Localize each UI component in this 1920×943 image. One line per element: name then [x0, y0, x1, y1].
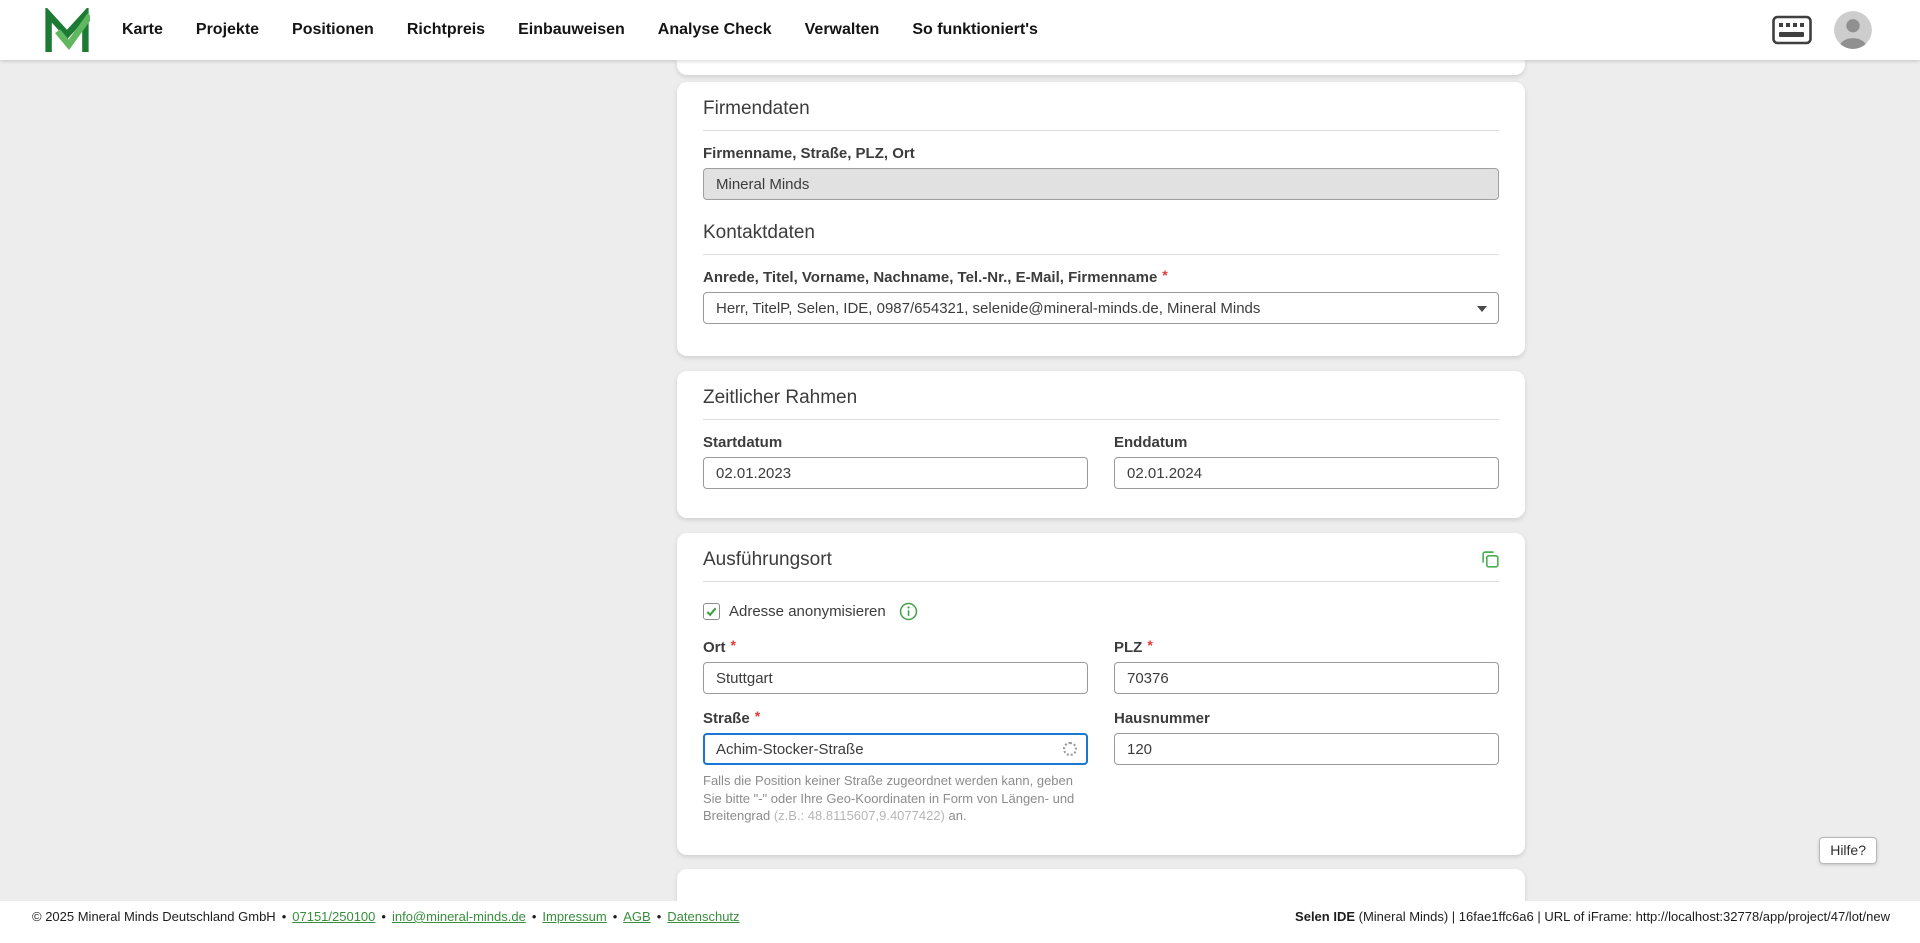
check-icon: [706, 607, 717, 617]
section-title-firmendaten: Firmendaten: [703, 98, 1499, 131]
footer-debug-info: Selen IDE (Mineral Minds) | 16fae1ffc6a6…: [1295, 909, 1890, 924]
strasse-label: Straße: [703, 710, 750, 727]
nav-item-analyse-check[interactable]: Analyse Check: [658, 21, 772, 39]
nav-item-verwalten[interactable]: Verwalten: [805, 21, 880, 39]
ort-label: Ort: [703, 639, 726, 656]
footer-phone-link[interactable]: 07151/250100: [292, 909, 375, 924]
enddatum-input[interactable]: [1114, 457, 1499, 489]
plz-input[interactable]: [1114, 662, 1499, 694]
nav-item-positionen[interactable]: Positionen: [292, 21, 374, 39]
nav-item-karte[interactable]: Karte: [122, 21, 163, 39]
caret-down-icon: [1477, 306, 1487, 312]
required-asterisk: *: [754, 708, 761, 724]
footer-agb-link[interactable]: AGB: [623, 909, 650, 924]
strasse-input[interactable]: [703, 733, 1088, 765]
copy-icon[interactable]: [1479, 548, 1501, 570]
section-title-zeitlicher-rahmen: Zeitlicher Rahmen: [703, 387, 1499, 420]
card-partial-top: [677, 60, 1525, 75]
enddatum-label: Enddatum: [1114, 434, 1188, 451]
mineral-minds-logo[interactable]: [44, 8, 90, 52]
nav-item-projekte[interactable]: Projekte: [196, 21, 259, 39]
hausnummer-input[interactable]: [1114, 733, 1499, 765]
footer-email-link[interactable]: info@mineral-minds.de: [392, 909, 526, 924]
terminal-icon[interactable]: [1772, 15, 1812, 45]
required-asterisk: *: [730, 637, 736, 653]
company-field: [703, 168, 1499, 200]
footer-session-info: (Mineral Minds) | 16fae1ffc6a6 | URL of …: [1355, 909, 1890, 924]
footer-left: © 2025 Mineral Minds Deutschland GmbH • …: [32, 909, 740, 924]
nav-item-richtpreis[interactable]: Richtpreis: [407, 21, 485, 39]
required-asterisk: *: [1147, 637, 1153, 653]
startdatum-input[interactable]: [703, 457, 1088, 489]
hausnummer-label: Hausnummer: [1114, 710, 1210, 727]
anonymize-label: Adresse anonymisieren: [729, 603, 886, 620]
section-title-kontaktdaten: Kontaktdaten: [703, 222, 1499, 255]
footer-datenschutz-link[interactable]: Datenschutz: [667, 909, 739, 924]
footer: © 2025 Mineral Minds Deutschland GmbH • …: [0, 901, 1920, 943]
footer-app-name: Selen IDE: [1295, 909, 1356, 924]
footer-impressum-link[interactable]: Impressum: [542, 909, 606, 924]
contact-select[interactable]: Herr, TitelP, Selen, IDE, 0987/654321, s…: [703, 292, 1499, 324]
loading-spinner-icon: [1063, 742, 1077, 756]
nav-item-so-funktionierts[interactable]: So funktioniert's: [912, 21, 1038, 39]
section-title-ausfuehrungsort: Ausführungsort: [703, 549, 1499, 582]
contact-field-label: Anrede, Titel, Vorname, Nachname, Tel.-N…: [703, 269, 1158, 286]
footer-separator: •: [281, 909, 287, 924]
footer-separator: •: [531, 909, 537, 924]
footer-separator: •: [656, 909, 662, 924]
company-field-label: Firmenname, Straße, PLZ, Ort: [703, 145, 915, 162]
footer-separator: •: [381, 909, 386, 924]
top-navbar: Karte Projekte Positionen Richtpreis Ein…: [0, 0, 1920, 60]
anonymize-checkbox[interactable]: [703, 603, 720, 620]
user-avatar-icon[interactable]: [1834, 11, 1872, 49]
ort-input[interactable]: [703, 662, 1088, 694]
card-zeitlicher-rahmen: Zeitlicher Rahmen Startdatum Enddatum: [677, 371, 1525, 518]
required-asterisk: *: [1162, 267, 1168, 283]
footer-copyright: © 2025 Mineral Minds Deutschland GmbH: [32, 909, 276, 924]
startdatum-label: Startdatum: [703, 434, 783, 451]
card-firmendaten: Firmendaten Firmenname, Straße, PLZ, Ort…: [677, 82, 1525, 356]
help-button[interactable]: Hilfe?: [1819, 837, 1877, 864]
footer-separator: •: [612, 909, 618, 924]
info-icon[interactable]: [899, 602, 918, 621]
header-actions: [1772, 11, 1872, 49]
nav-item-einbauweisen[interactable]: Einbauweisen: [518, 21, 625, 39]
strasse-hint: Falls die Position keiner Straße zugeord…: [703, 773, 1075, 823]
plz-label: PLZ: [1114, 639, 1143, 656]
card-ausfuehrungsort: Ausführungsort Adresse anonymisieren Ort…: [677, 533, 1525, 855]
anonymize-row: Adresse anonymisieren: [703, 602, 1499, 621]
main-nav: Karte Projekte Positionen Richtpreis Ein…: [122, 21, 1038, 39]
contact-select-value: Herr, TitelP, Selen, IDE, 0987/654321, s…: [716, 299, 1261, 317]
